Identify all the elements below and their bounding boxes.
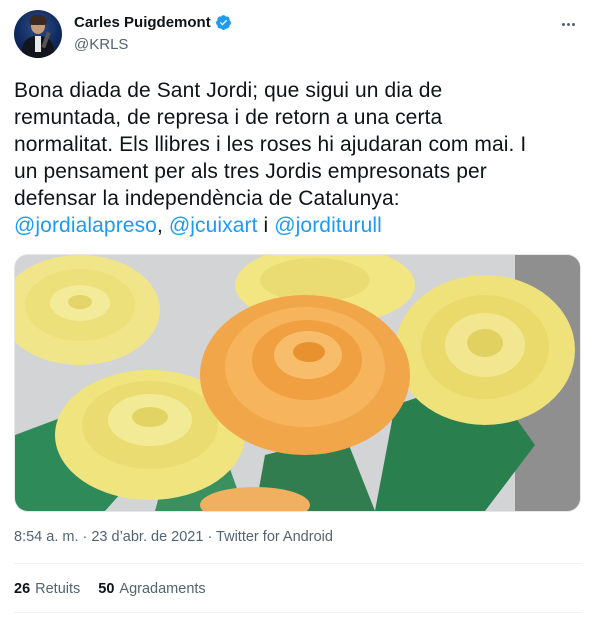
avatar-shirt bbox=[35, 36, 41, 52]
mention-separator: i bbox=[257, 214, 275, 237]
tweet-line: un pensament per als tres Jordis empreso… bbox=[14, 160, 487, 183]
retweets-label: Retuits bbox=[35, 581, 81, 597]
tweet-line: defensar la independència de Catalunya: bbox=[14, 187, 400, 210]
tweet-line: remuntada, de represa i de retorn a una … bbox=[14, 106, 443, 129]
retweets-count: 26 bbox=[14, 581, 31, 597]
retweets-stat[interactable]: 26 Retuits bbox=[14, 581, 80, 597]
mentions-line: @jordialapreso, @jcuixart i @jorditurull bbox=[14, 212, 582, 239]
verified-badge-icon bbox=[215, 14, 232, 31]
author-name-row[interactable]: Carles Puigdemont bbox=[74, 14, 232, 31]
tweet-stats: 26 Retuits 50 Agradaments bbox=[14, 581, 206, 597]
likes-stat[interactable]: 50 Agradaments bbox=[98, 581, 205, 597]
author-name[interactable]: Carles Puigdemont bbox=[74, 14, 211, 31]
mention-separator: , bbox=[156, 214, 169, 237]
divider bbox=[14, 563, 582, 564]
tweet-photo[interactable] bbox=[14, 254, 581, 512]
yellow-rose bbox=[395, 275, 575, 425]
tweet-text: Bona diada de Sant Jordi; que sigui un d… bbox=[14, 77, 582, 239]
likes-count: 50 bbox=[98, 581, 115, 597]
avatar-hair bbox=[29, 15, 47, 25]
mention-link-jorditurull[interactable]: @jorditurull bbox=[274, 214, 382, 237]
author-handle[interactable]: @KRLS bbox=[74, 36, 128, 53]
tweet-line: Bona diada de Sant Jordi; que sigui un d… bbox=[14, 79, 443, 102]
tweet-line: normalitat. Els llibres i les roses hi a… bbox=[14, 133, 527, 156]
more-dots-icon[interactable] bbox=[558, 14, 578, 34]
orange-rose bbox=[200, 295, 410, 455]
avatar[interactable] bbox=[14, 10, 62, 58]
divider bbox=[14, 612, 582, 613]
mention-link-jordialapreso[interactable]: @jordialapreso bbox=[14, 214, 157, 237]
likes-label: Agradaments bbox=[119, 581, 206, 597]
tweet-timestamp[interactable]: 8:54 a. m. · 23 d’abr. de 2021 · Twitter… bbox=[14, 529, 333, 545]
tweet-header: Carles Puigdemont @KRLS bbox=[14, 10, 582, 60]
mention-link-jcuixart[interactable]: @jcuixart bbox=[169, 214, 258, 237]
